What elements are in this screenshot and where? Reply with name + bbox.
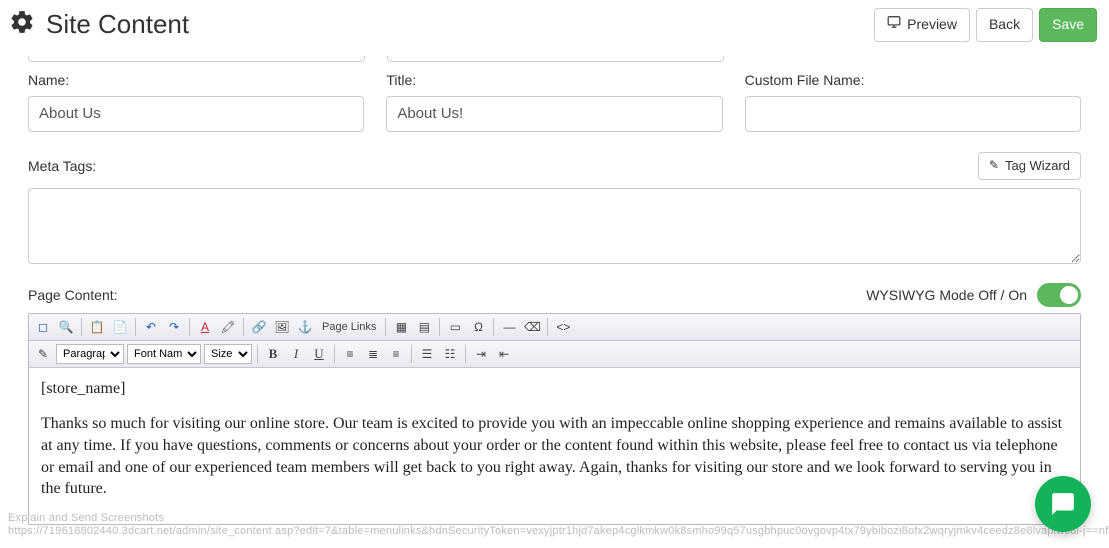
text-color-icon[interactable]: A [195,317,215,337]
chat-widget-button[interactable] [1035,476,1091,532]
div-icon[interactable]: ▭ [445,317,465,337]
editor-body[interactable]: [store_name] Thanks so much for visiting… [29,368,1080,524]
outdent-icon[interactable]: ⇤ [494,344,514,364]
ol-icon[interactable]: ☰ [417,344,437,364]
underline-icon[interactable]: U [309,344,329,364]
page-content-row: Page Content: WYSIWYG Mode Off / On [28,283,1081,307]
italic-icon[interactable]: I [286,344,306,364]
hr-icon[interactable]: — [499,317,519,337]
align-left-icon[interactable]: ≡ [340,344,360,364]
title-label: Title: [386,72,722,88]
fullscreen-icon[interactable]: ◻ [33,317,53,337]
preview-button[interactable]: Preview [874,8,970,42]
image-icon[interactable]: 🖼 [272,317,292,337]
meta-row: Meta Tags: ✎ Tag Wizard [28,152,1081,180]
page-header: Site Content Preview Back Save [0,0,1109,56]
content-area: Name: Title: Custom File Name: Meta Tags… [0,56,1109,525]
size-select[interactable]: Size [204,344,252,364]
font-select[interactable]: Font Name [127,344,201,364]
back-button[interactable]: Back [976,8,1033,42]
name-col: Name: [28,72,364,132]
header-actions: Preview Back Save [874,8,1097,42]
editor-line-1: [store_name] [41,378,1068,400]
prior-row-remnant [28,56,1081,62]
page-title: Site Content [46,9,189,40]
anchor-icon[interactable]: ⚓ [295,317,315,337]
editor-toolbar-2: ✎ Paragraph Font Name Size B I U ≡ ≣ ≡ ☰… [29,341,1080,368]
chat-icon [1050,491,1076,517]
paragraph-select[interactable]: Paragraph [56,344,124,364]
save-button[interactable]: Save [1039,8,1097,42]
page-links-button[interactable]: Page Links [318,321,380,333]
source-icon[interactable]: <> [553,317,573,337]
name-input[interactable] [28,96,364,132]
align-right-icon[interactable]: ≡ [386,344,406,364]
fields-row: Name: Title: Custom File Name: [28,72,1081,132]
bg-color-icon[interactable]: 🖍 [218,317,238,337]
custom-file-col: Custom File Name: [745,72,1081,132]
tag-wizard-button[interactable]: ✎ Tag Wizard [978,152,1081,180]
pencil-icon: ✎ [989,157,999,174]
bold-icon[interactable]: B [263,344,283,364]
custom-file-label: Custom File Name: [745,72,1081,88]
preview-label: Preview [907,15,957,35]
paste-word-icon[interactable]: 📄 [110,317,130,337]
ul-icon[interactable]: ☷ [440,344,460,364]
editor-toolbar-1: ◻ 🔍 📋 📄 ↶ ↷ A 🖍 🔗 🖼 ⚓ Page Links ▦ ▤ ▭ Ω… [29,314,1080,341]
indent-icon[interactable]: ⇥ [471,344,491,364]
wysiwyg-toggle[interactable] [1037,283,1081,307]
rich-text-editor: ◻ 🔍 📋 📄 ↶ ↷ A 🖍 🔗 🖼 ⚓ Page Links ▦ ▤ ▭ Ω… [28,313,1081,525]
overlay-title: Explain and Send Screenshots [8,512,1109,525]
align-center-icon[interactable]: ≣ [363,344,383,364]
eraser-icon[interactable]: ⌫ [522,317,542,337]
editor-body-text: Thanks so much for visiting our online s… [41,413,1068,499]
wysiwyg-label: WYSIWYG Mode Off / On [866,287,1027,303]
paste-icon[interactable]: 📋 [87,317,107,337]
table-insert-icon[interactable]: ▦ [391,317,411,337]
redo-icon[interactable]: ↷ [164,317,184,337]
page-content-label: Page Content: [28,287,118,303]
overlay-url: https://719618802440.3dcart.net/admin/si… [8,525,1109,538]
table-props-icon[interactable]: ▤ [414,317,434,337]
meta-label: Meta Tags: [28,158,96,174]
remove-format-icon[interactable]: ✎ [33,344,53,364]
custom-file-input[interactable] [745,96,1081,132]
title-input[interactable] [386,96,722,132]
link-icon[interactable]: 🔗 [249,317,269,337]
cogs-icon [8,9,36,41]
extension-overlay: Explain and Send Screenshots https://719… [8,512,1109,538]
preview-tool-icon[interactable]: 🔍 [56,317,76,337]
undo-icon[interactable]: ↶ [141,317,161,337]
special-char-icon[interactable]: Ω [468,317,488,337]
meta-tags-textarea[interactable] [28,188,1081,264]
name-label: Name: [28,72,364,88]
title-col: Title: [386,72,722,132]
toggle-knob [1060,286,1078,304]
monitor-icon [887,15,901,35]
